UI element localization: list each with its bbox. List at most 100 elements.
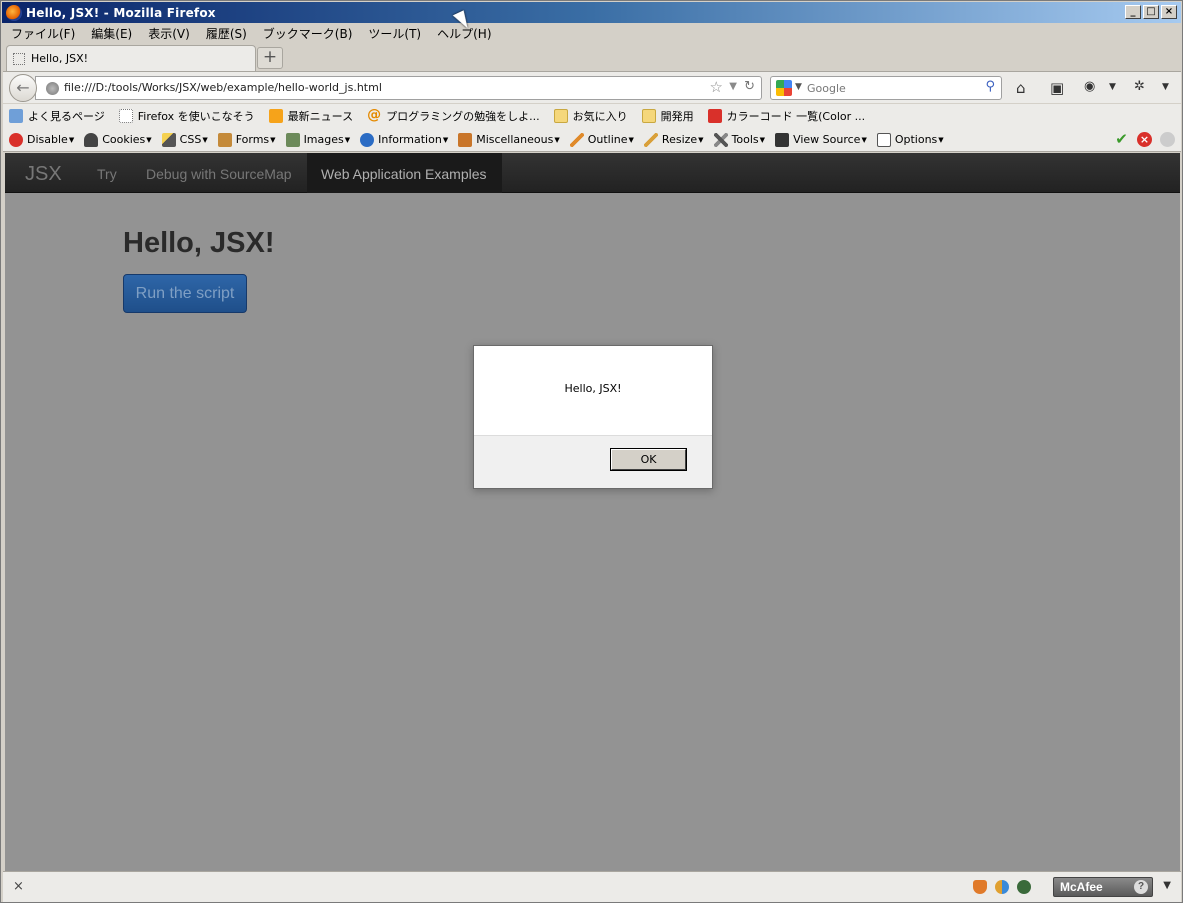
title-bar: Hello, JSX! - Mozilla Firefox _ □ × [2,2,1181,23]
help-icon[interactable]: ? [1134,880,1148,894]
search-icon[interactable]: ⚲ [985,79,995,94]
search-bar[interactable]: ▼ Google ⚲ [770,76,1002,100]
wd-outline[interactable]: Outline ▼ [569,132,634,147]
at-icon: @ [367,107,382,123]
css-icon [161,132,176,147]
site-navbar: JSX Try Debug with SourceMap Web Applica… [5,153,1180,193]
wd-disable[interactable]: Disable ▼ [9,132,74,147]
addon-icon[interactable] [973,880,987,894]
wd-images[interactable]: Images ▼ [285,132,350,147]
wd-tools[interactable]: Tools ▼ [713,132,765,147]
chevron-down-icon[interactable]: ▼ [1109,82,1116,92]
chevron-down-icon[interactable]: ▼ [1162,82,1169,92]
menu-bar: ファイル(F) 編集(E) 表示(V) 履歴(S) ブックマーク(B) ツール(… [3,24,500,42]
page-icon [118,109,133,123]
menu-bookmarks[interactable]: ブックマーク(B) [255,25,361,42]
bookmark-item[interactable]: カラーコード 一覧(Color ... [707,108,865,124]
menu-tools[interactable]: ツール(T) [360,25,429,42]
web-developer-toolbar: Disable ▼ Cookies ▼ CSS ▼ Forms ▼ Images ▼ In… [3,128,1181,152]
frame-icon[interactable]: ▣ [1050,79,1064,97]
error-icon[interactable]: × [1137,132,1152,147]
resize-icon [643,132,658,147]
wd-miscellaneous[interactable]: Miscellaneous ▼ [458,132,560,147]
browser-window: Hello, JSX! - Mozilla Firefox _ □ × ファイル… [0,0,1183,903]
google-icon[interactable] [776,80,792,96]
bookmark-folder[interactable]: お気に入り [553,108,628,124]
page-heading: Hello, JSX! [123,227,275,259]
navigation-toolbar: file:///D:/tools/Works/JSX/web/example/h… [3,71,1181,103]
ok-button[interactable]: OK [610,448,687,471]
menu-view[interactable]: 表示(V) [140,25,198,42]
nav-link-web-examples[interactable]: Web Application Examples [307,153,502,193]
chevron-down-icon[interactable]: ▼ [729,81,737,92]
bookmark-item[interactable]: よく見るページ [9,108,105,124]
wd-cookies[interactable]: Cookies ▼ [84,132,152,147]
bookmark-item[interactable]: 最新ニュース [268,108,353,124]
nav-link-try[interactable]: Try [97,166,117,182]
bookmark-item[interactable]: Firefox を使いこなそう [118,108,255,124]
wd-resize[interactable]: Resize ▼ [643,132,704,147]
tools-icon [713,132,728,147]
folder-icon [553,109,568,123]
options-icon [876,132,891,147]
chevron-down-icon[interactable]: ▼ [795,82,802,92]
nav-link-debug[interactable]: Debug with SourceMap [146,166,292,182]
information-icon [360,132,375,147]
rss-icon [268,109,283,123]
bookmark-folder[interactable]: 開発用 [641,108,694,124]
screenshot-icon[interactable]: ◉ [1084,79,1095,94]
new-tab-button[interactable]: + [257,47,283,69]
menu-edit[interactable]: 編集(E) [83,25,140,42]
tab-label: Hello, JSX! [31,52,89,65]
mcafee-button[interactable]: McAfee ? [1053,877,1153,897]
window-title: Hello, JSX! - Mozilla Firefox [26,5,216,20]
wd-options[interactable]: Options ▼ [876,132,944,147]
url-bar[interactable]: file:///D:/tools/Works/JSX/web/example/h… [35,76,762,100]
green-dot-icon[interactable] [1017,880,1031,894]
forms-icon [217,132,232,147]
tab-hello-jsx[interactable]: Hello, JSX! [6,45,256,71]
images-icon [285,132,300,147]
wd-information[interactable]: Information ▼ [360,132,448,147]
miscellaneous-icon [458,132,473,147]
url-text[interactable]: file:///D:/tools/Works/JSX/web/example/h… [64,81,382,94]
firefox-icon [6,4,22,21]
status-dot-icon[interactable] [1160,132,1175,147]
disable-icon [9,132,23,147]
wd-css[interactable]: CSS ▼ [161,132,208,147]
close-window-button[interactable]: × [1161,5,1177,19]
checkmark-icon[interactable]: ✔ [1114,132,1129,147]
page-icon [13,52,25,65]
view-source-icon [775,132,790,147]
run-script-button[interactable]: Run the script [123,274,247,313]
alert-message: Hello, JSX! [564,382,622,395]
status-bar: × McAfee ? ▼ [3,871,1181,902]
sync-icon[interactable] [995,880,1009,894]
menu-history[interactable]: 履歴(S) [198,25,255,42]
bookmark-star-icon[interactable]: ☆ [710,78,723,96]
maximize-button[interactable]: □ [1143,5,1159,19]
cookies-icon [84,132,99,147]
chevron-down-icon[interactable]: ▼ [1163,880,1171,891]
firebug-icon[interactable]: ✲ [1134,79,1145,94]
alert-dialog: Hello, JSX! OK [473,345,713,489]
close-icon[interactable]: × [13,879,24,894]
reload-icon[interactable]: ↻ [744,79,755,94]
minimize-button[interactable]: _ [1125,5,1141,19]
mcafee-label: McAfee [1060,880,1103,894]
back-button[interactable]: ← [9,74,37,102]
outline-icon [569,132,584,147]
smart-bookmark-icon [9,109,23,123]
bookmark-item[interactable]: @ プログラミングの勉強をしよ... [367,108,540,124]
home-icon[interactable]: ⌂ [1016,79,1026,97]
wd-forms[interactable]: Forms ▼ [217,132,276,147]
page-viewport: JSX Try Debug with SourceMap Web Applica… [5,153,1180,871]
tab-strip: Hello, JSX! + [3,43,1181,71]
search-placeholder[interactable]: Google [807,82,846,95]
dialog-footer: OK [474,435,712,488]
menu-file[interactable]: ファイル(F) [3,25,83,42]
site-brand[interactable]: JSX [25,163,62,186]
mario-icon [707,109,722,123]
folder-icon [641,109,656,123]
wd-view-source[interactable]: View Source ▼ [775,132,867,147]
